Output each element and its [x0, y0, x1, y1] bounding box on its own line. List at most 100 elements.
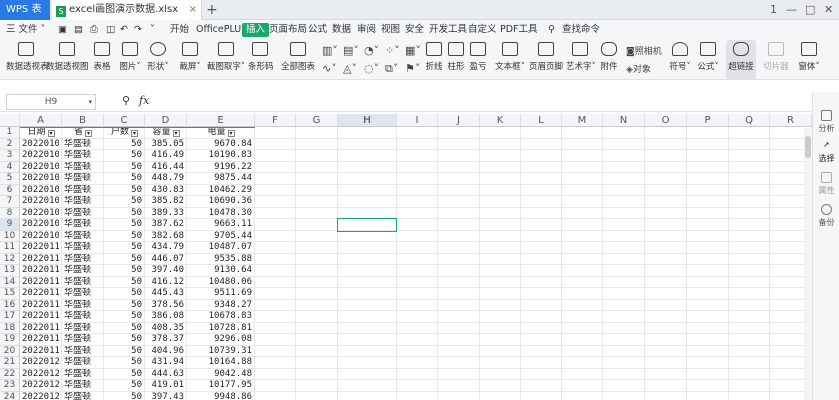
menu-view[interactable]: 视图 [381, 20, 400, 40]
bar-chart-small-icon[interactable]: ▥˅ [322, 44, 338, 57]
fx-icon[interactable]: fx [139, 94, 149, 107]
row-header[interactable]: 15 [0, 288, 20, 300]
header-cell[interactable]: 日期 ▾ [22, 127, 60, 139]
column-header-m[interactable]: M [562, 114, 603, 127]
form-button[interactable]: 窗体˅ [796, 40, 822, 80]
table-cell[interactable]: 20220106 [22, 196, 59, 208]
table-cell[interactable]: 20220114 [22, 288, 59, 300]
quick-print-icon[interactable]: ⎙ [90, 20, 98, 40]
table-cell[interactable]: 10728.81 [189, 323, 252, 335]
table-cell[interactable]: 20220110 [22, 242, 59, 254]
filter-dropdown-icon[interactable]: ▾ [131, 130, 138, 137]
table-cell[interactable]: 20220102 [22, 150, 59, 162]
filter-dropdown-icon[interactable]: ▾ [227, 130, 235, 137]
table-cell[interactable]: 387.62 [147, 219, 184, 231]
table-cell[interactable]: 50 [106, 380, 142, 392]
table-cell[interactable]: 50 [106, 196, 142, 208]
table-cell[interactable]: 华盛顿 [64, 277, 101, 289]
table-cell[interactable]: 10164.88 [189, 357, 252, 369]
table-cell[interactable]: 9130.64 [189, 265, 252, 277]
spreadsheet-grid[interactable]: A B C D E F G H I J K L M N O P Q R 1 2 3 4 5 6 7 8 9 10 11 12 13 14 15 1… [0, 114, 812, 400]
properties-button[interactable]: 属性 [813, 172, 839, 196]
table-cell[interactable]: 华盛顿 [64, 300, 101, 312]
row-header[interactable]: 10 [0, 230, 20, 242]
sparkline-winloss-button[interactable]: 盈亏 [468, 40, 488, 80]
row-header[interactable]: 21 [0, 357, 20, 369]
table-cell[interactable]: 378.37 [147, 334, 184, 346]
row-header[interactable]: 4 [0, 161, 20, 173]
filter-dropdown-icon[interactable]: ▾ [47, 130, 55, 137]
column-header-r[interactable]: R [770, 114, 812, 127]
row-header[interactable]: 5 [0, 173, 20, 185]
column-header-p[interactable]: P [687, 114, 729, 127]
camera-button[interactable]: ◙照相机 [626, 44, 662, 57]
table-cell[interactable]: 10690.36 [189, 196, 252, 208]
table-cell[interactable]: 10480.06 [189, 277, 252, 289]
quick-preview-icon[interactable]: ◫ [106, 20, 115, 40]
table-cell[interactable]: 华盛顿 [64, 334, 101, 346]
table-cell[interactable]: 华盛顿 [64, 196, 101, 208]
row-header[interactable]: 22 [0, 368, 20, 380]
column-header-b[interactable]: B [62, 114, 104, 127]
table-cell[interactable]: 431.94 [147, 357, 184, 369]
textbox-button[interactable]: 文本框˅ [494, 40, 526, 80]
table-cell[interactable]: 华盛顿 [64, 231, 101, 243]
table-cell[interactable]: 华盛顿 [64, 185, 101, 197]
table-cell[interactable]: 9663.11 [189, 219, 252, 231]
column-header-j[interactable]: J [438, 114, 480, 127]
table-cell[interactable]: 20220105 [22, 185, 59, 197]
file-menu[interactable]: 三 文件 ˅ [6, 20, 45, 40]
row-header[interactable]: 16 [0, 299, 20, 311]
table-cell[interactable]: 10739.31 [189, 346, 252, 358]
maximize-button[interactable]: □ [805, 0, 815, 20]
table-cell[interactable]: 20220112 [22, 265, 59, 277]
table-cell[interactable]: 378.56 [147, 300, 184, 312]
table-cell[interactable]: 华盛顿 [64, 323, 101, 335]
table-cell[interactable]: 20220116 [22, 311, 59, 323]
table-button[interactable]: 表格 [90, 40, 114, 80]
table-cell[interactable]: 20220115 [22, 300, 59, 312]
add-tab-button[interactable]: + [206, 0, 220, 20]
table-cell[interactable]: 20220121 [22, 369, 59, 381]
table-cell[interactable]: 50 [106, 300, 142, 312]
table-cell[interactable]: 华盛顿 [64, 346, 101, 358]
column-header-i[interactable]: I [397, 114, 438, 127]
table-cell[interactable]: 10678.83 [189, 311, 252, 323]
quick-save-icon[interactable]: ▣ [58, 20, 67, 40]
table-cell[interactable]: 50 [106, 242, 142, 254]
close-tab-icon[interactable]: × [189, 0, 197, 20]
menu-page-layout[interactable]: 页面布局 [269, 20, 307, 40]
table-cell[interactable]: 50 [106, 162, 142, 174]
menu-officeplus[interactable]: OfficePLUS [196, 20, 247, 40]
line-chart-small-icon[interactable]: ∿˅ [322, 62, 337, 75]
table-cell[interactable]: 416.49 [147, 150, 184, 162]
row-header[interactable]: 6 [0, 184, 20, 196]
row-header[interactable]: 20 [0, 345, 20, 357]
header-cell[interactable]: 省 ▾ [64, 127, 102, 139]
shape-button[interactable]: 形状˅ [146, 40, 170, 80]
column-header-o[interactable]: O [645, 114, 687, 127]
table-cell[interactable]: 20220120 [22, 357, 59, 369]
filter-dropdown-icon[interactable]: ▾ [172, 130, 180, 137]
table-cell[interactable]: 382.68 [147, 231, 184, 243]
redo-icon[interactable]: ↷ [134, 20, 142, 40]
slicer-button[interactable]: 切片器 [762, 40, 790, 80]
restore-count-icon[interactable]: 1 [770, 0, 777, 20]
table-cell[interactable]: 9670.84 [189, 139, 252, 151]
row-header[interactable]: 8 [0, 207, 20, 219]
table-cell[interactable]: 448.79 [147, 173, 184, 185]
table-cell[interactable]: 50 [106, 277, 142, 289]
table-cell[interactable]: 50 [106, 219, 142, 231]
table-cell[interactable]: 9042.48 [189, 369, 252, 381]
search-icon[interactable]: ⚲ [548, 20, 555, 40]
stock-chart-small-icon[interactable]: ▦˅ [405, 44, 421, 57]
column-header-g[interactable]: G [296, 114, 338, 127]
table-cell[interactable]: 404.96 [147, 346, 184, 358]
table-cell[interactable]: 50 [106, 288, 142, 300]
table-cell[interactable]: 50 [106, 265, 142, 277]
table-cell[interactable]: 50 [106, 185, 142, 197]
column-header-d[interactable]: D [145, 114, 187, 127]
table-cell[interactable]: 389.33 [147, 208, 184, 220]
table-cell[interactable]: 华盛顿 [64, 380, 101, 392]
menu-formula[interactable]: 公式 [308, 20, 327, 40]
